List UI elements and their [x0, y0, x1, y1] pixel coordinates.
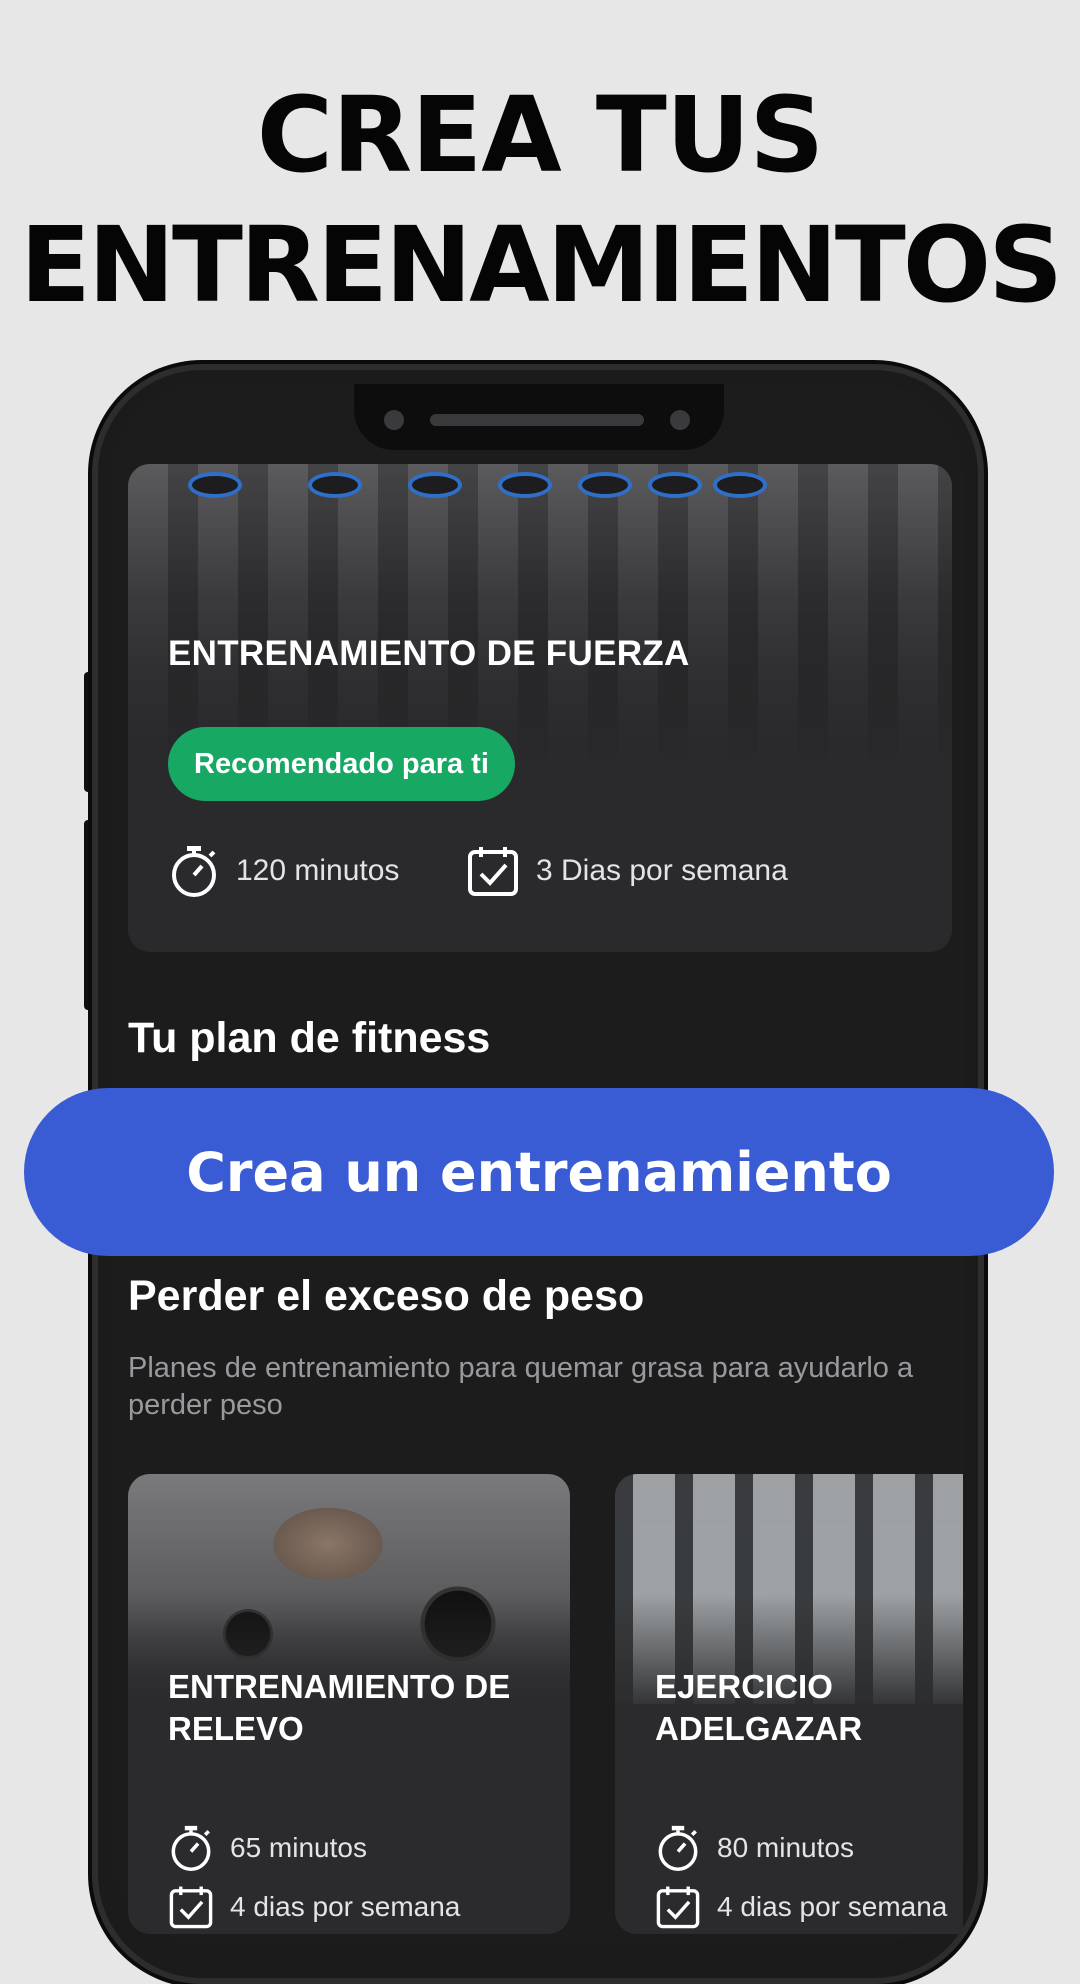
phone-notch	[354, 384, 724, 450]
weight-loss-title: Perder el exceso de peso	[128, 1272, 645, 1320]
stopwatch-icon	[172, 846, 216, 897]
workout-card-frequency-text: 4 dias por semana	[230, 1891, 461, 1922]
workout-card-duration: 80 minutos	[655, 1824, 854, 1872]
featured-workout-card[interactable]: ENTRENAMIENTO DE FUERZA Recomendado para…	[128, 464, 952, 952]
dumbbell-shape	[713, 472, 767, 498]
dumbbell-shape	[408, 472, 462, 498]
stopwatch-icon	[171, 1825, 211, 1871]
headline-line-1: CREA TUS	[256, 74, 824, 196]
workout-card-title: ENTRENAMIENTO DE RELEVO	[168, 1668, 511, 1747]
calendar-check-icon	[656, 1886, 700, 1929]
workout-card-duration-text: 65 minutos	[230, 1832, 367, 1863]
featured-frequency: 3 Dias por semana	[466, 844, 788, 898]
workout-card-duration-text: 80 minutos	[717, 1832, 854, 1863]
dumbbell-shape	[648, 472, 702, 498]
headline: CREA TUS ENTRENAMIENTOS	[0, 70, 1080, 330]
sensor-dot	[670, 410, 690, 430]
stopwatch-icon	[658, 1825, 698, 1871]
workout-card-relevo[interactable]: ENTRENAMIENTO DE RELEVO 65 minutos 4 dia…	[128, 1474, 570, 1934]
dumbbell-shape	[498, 472, 552, 498]
featured-frequency-text: 3 Dias por semana	[536, 854, 788, 887]
featured-duration: 120 minutos	[168, 844, 399, 898]
dumbbell-shape	[188, 472, 242, 498]
workout-card-frequency: 4 dias por semana	[168, 1884, 460, 1930]
recommended-badge: Recomendado para ti	[168, 727, 515, 801]
calendar-check-icon	[468, 847, 518, 896]
workout-card-title: EJERCICIO ADELGAZAR	[655, 1668, 863, 1747]
fitness-plan-title: Tu plan de fitness	[128, 1014, 491, 1062]
calendar-check-icon	[169, 1886, 213, 1929]
dumbbell-shape	[578, 472, 632, 498]
speaker-grille	[430, 414, 644, 426]
featured-title: ENTRENAMIENTO DE FUERZA	[168, 634, 690, 673]
workout-card-adelgazar[interactable]: EJERCICIO ADELGAZAR 80 minutos 4 dias po…	[615, 1474, 963, 1934]
featured-duration-text: 120 minutos	[236, 854, 400, 887]
workout-card-duration: 65 minutos	[168, 1824, 367, 1872]
camera-dot	[384, 410, 404, 430]
weight-loss-description: Planes de entrenamiento para quemar gras…	[128, 1352, 914, 1421]
dumbbell-shape	[308, 472, 362, 498]
workout-card-frequency-text: 4 dias por semana	[717, 1891, 948, 1922]
workout-card-frequency: 4 dias por semana	[655, 1884, 947, 1930]
headline-line-2: ENTRENAMIENTOS	[19, 204, 1063, 326]
create-workout-button[interactable]: Crea un entrenamiento	[24, 1088, 1054, 1256]
